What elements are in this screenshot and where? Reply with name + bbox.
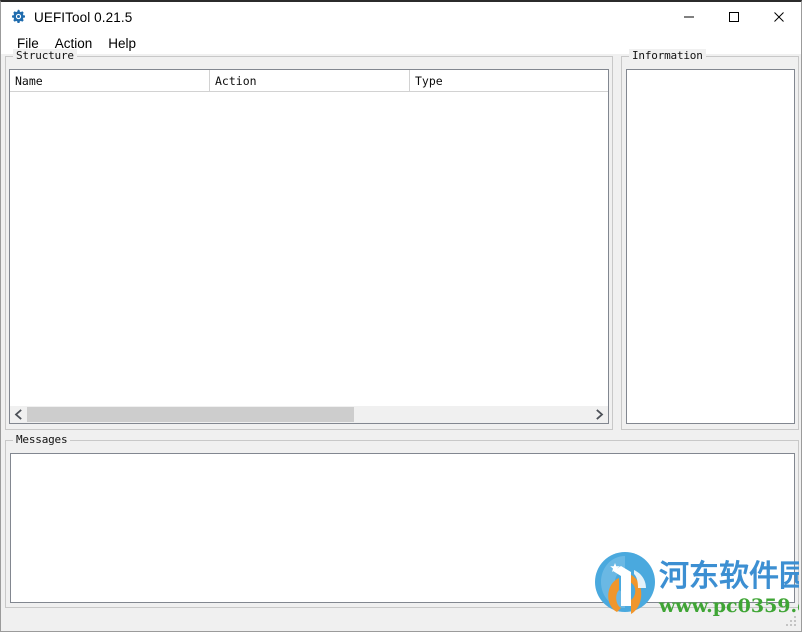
window-controls [666, 2, 801, 32]
uefitool-window: UEFITool 0.21.5 File Action Help Structu… [0, 0, 802, 632]
minimize-button[interactable] [666, 2, 711, 32]
information-group: Information [621, 49, 799, 430]
information-group-title: Information [629, 49, 706, 62]
tree-header-row: Name Action Type [10, 70, 608, 92]
structure-group: Structure Name Action Type [5, 49, 613, 430]
messages-list-area[interactable] [10, 453, 795, 603]
resize-grip-icon[interactable] [785, 615, 798, 628]
chevron-left-icon [14, 409, 22, 420]
chevron-right-icon [596, 409, 604, 420]
column-header-type[interactable]: Type [409, 70, 608, 91]
maximize-button[interactable] [711, 2, 756, 32]
window-title: UEFITool 0.21.5 [34, 9, 133, 25]
messages-group-title: Messages [13, 433, 71, 446]
information-text-area[interactable] [626, 69, 795, 424]
close-icon [773, 12, 784, 22]
column-header-action[interactable]: Action [209, 70, 409, 91]
structure-tree-view[interactable]: Name Action Type [9, 69, 609, 424]
scroll-track[interactable] [27, 406, 591, 423]
messages-group: Messages [5, 433, 799, 608]
scroll-thumb[interactable] [27, 407, 355, 422]
title-bar: UEFITool 0.21.5 [1, 2, 801, 32]
scroll-right-button[interactable] [591, 406, 608, 423]
menu-item-help[interactable]: Help [100, 34, 144, 53]
tree-horizontal-scrollbar[interactable] [10, 405, 608, 423]
close-button[interactable] [756, 2, 801, 32]
tree-body-empty[interactable] [10, 92, 608, 405]
gear-icon [12, 9, 25, 23]
maximize-icon [728, 12, 739, 22]
minimize-icon [683, 16, 694, 18]
scroll-left-button[interactable] [10, 406, 27, 423]
structure-group-title: Structure [13, 49, 77, 62]
column-header-name[interactable]: Name [10, 70, 209, 91]
